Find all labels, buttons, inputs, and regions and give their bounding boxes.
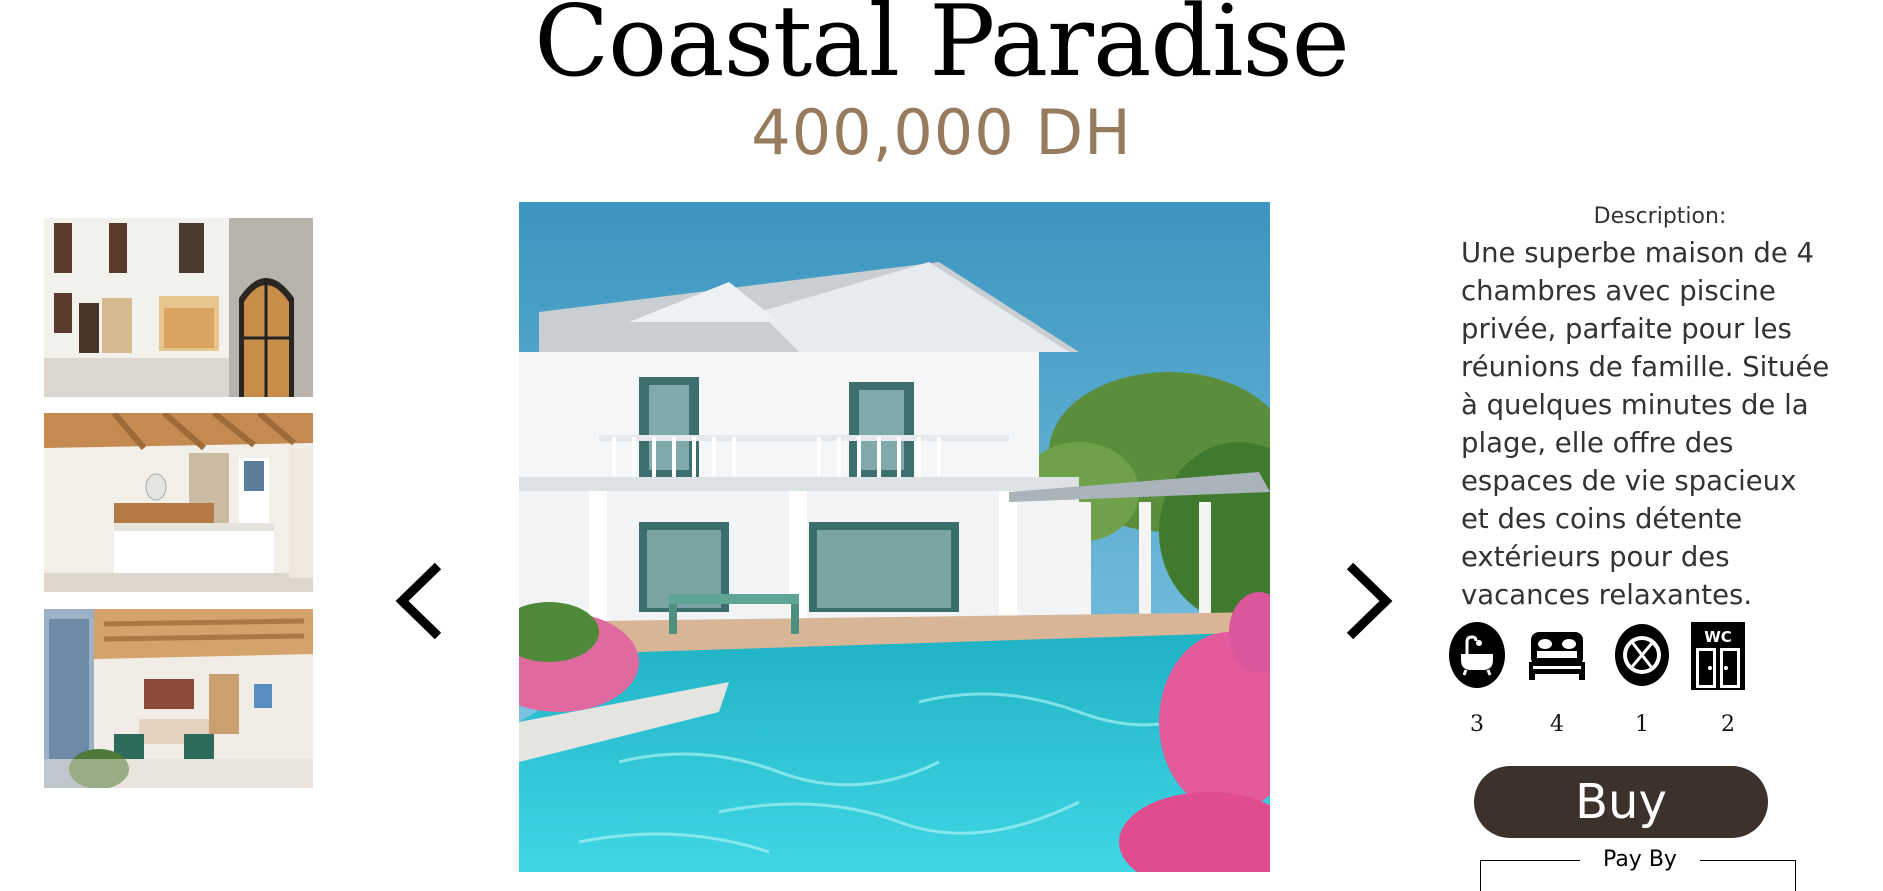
- description-line: privée, parfaite pour les: [1461, 313, 1792, 345]
- description-text: Une superbe maison de 4 chambres avec pi…: [1461, 234, 1861, 614]
- next-image-button[interactable]: [1338, 556, 1398, 646]
- bed-icon: [1527, 620, 1587, 690]
- pay-by-label: Pay By: [1580, 848, 1700, 872]
- svg-text:WC: WC: [1704, 628, 1732, 646]
- description-line: et des coins détente: [1461, 503, 1743, 535]
- chevron-right-icon: [1346, 562, 1393, 640]
- description-line: réunions de famille. Située: [1461, 351, 1830, 383]
- description-line: Une superbe maison de 4: [1461, 237, 1814, 269]
- wc-count: 2: [1721, 712, 1735, 737]
- thumbnail-bedroom[interactable]: [44, 413, 313, 592]
- listing-title: Coastal Paradise: [534, 0, 1350, 99]
- bedroom-count: 4: [1550, 712, 1564, 737]
- description-line: espaces de vie spacieux: [1461, 465, 1797, 497]
- description-label: Description:: [1593, 204, 1727, 229]
- main-photo: [519, 202, 1270, 872]
- dining-count: 1: [1635, 712, 1649, 737]
- chevron-left-icon: [395, 562, 442, 640]
- description-line: extérieurs pour des: [1461, 541, 1730, 573]
- bathroom-count: 3: [1470, 712, 1484, 737]
- bathtub-icon: [1447, 620, 1507, 690]
- dining-icon: [1612, 620, 1672, 690]
- description-line: chambres avec piscine: [1461, 275, 1776, 307]
- wc-icon: WC: [1688, 620, 1748, 690]
- thumbnail-facade[interactable]: [44, 218, 313, 397]
- description-line: plage, elle offre des: [1461, 427, 1734, 459]
- buy-button[interactable]: Buy: [1474, 766, 1768, 838]
- description-line: vacances relaxantes.: [1461, 579, 1753, 611]
- prev-image-button[interactable]: [390, 556, 450, 646]
- thumbnail-living-room[interactable]: [44, 609, 313, 788]
- listing-price: 400,000 DH: [751, 96, 1132, 169]
- description-line: à quelques minutes de la: [1461, 389, 1809, 421]
